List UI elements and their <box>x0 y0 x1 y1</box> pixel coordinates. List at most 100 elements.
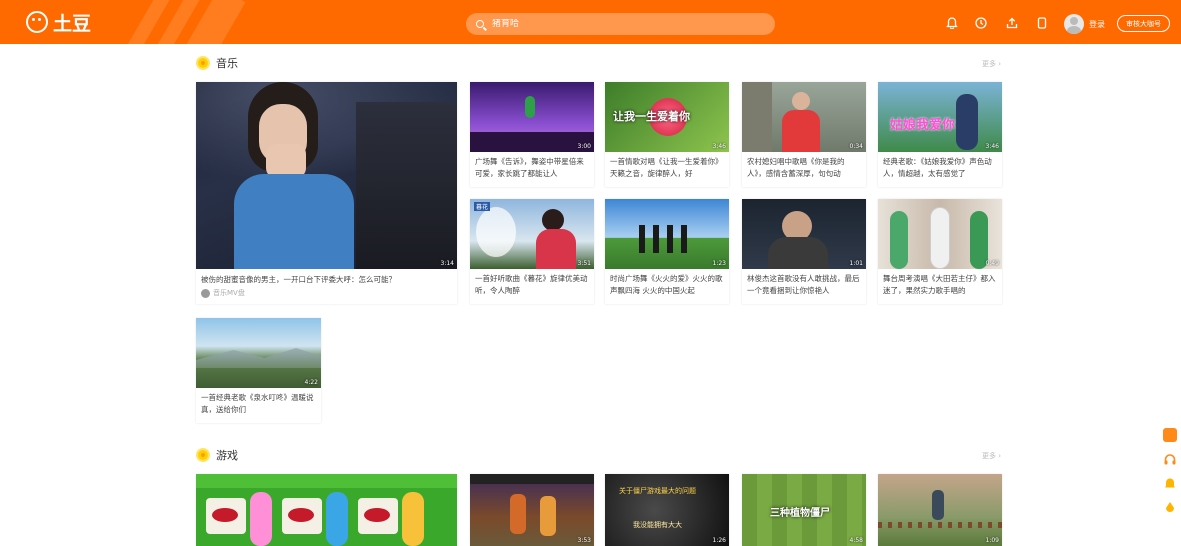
video-thumbnail[interactable]: 4:22 <box>196 318 321 388</box>
video-thumbnail[interactable]: 让我一生爱着你 3:46 <box>605 82 729 152</box>
thumb-character <box>326 492 348 546</box>
bell-icon[interactable] <box>946 17 958 29</box>
video-thumbnail[interactable]: 关于僵尸游戏最大的问题 我没能拥有大大 1:26 <box>605 474 729 546</box>
video-duration: 1:26 <box>712 537 726 544</box>
video-thumbnail[interactable]: 1:23 <box>605 199 729 269</box>
video-card[interactable]: 3:53 <box>470 474 594 546</box>
thumb-singer <box>768 237 828 269</box>
video-card[interactable]: 姑娘我爱你 3:46 经典老歌：《姑娘我爱你》声色动人，情超越，太有感觉了 <box>878 82 1002 187</box>
featured-video-card[interactable]: 3:14 被伤的甜蜜音像的男主，一开口台下评委大呼：怎么可能？ 音乐MV盘 <box>196 82 457 304</box>
thumb-caption: 姑娘我爱你 <box>890 118 956 133</box>
thumb-lips <box>364 508 390 522</box>
thumb-caption: 关于僵尸游戏最大的问题 <box>619 487 696 495</box>
more-link-music[interactable]: 更多 › <box>982 59 1001 69</box>
thumb-caption: 暮花 <box>474 202 491 211</box>
video-duration: 3:46 <box>985 143 999 150</box>
video-card[interactable]: 3:00 广场舞《告诉》，舞姿中带星倍来可爱，家长跳了都能让人 <box>470 82 594 187</box>
video-duration: 1:01 <box>849 260 863 267</box>
section-header-music: 音乐 <box>196 55 238 71</box>
video-card[interactable] <box>196 474 457 546</box>
video-title[interactable]: 经典老歌：《姑娘我爱你》声色动人，情超越，太有感觉了 <box>883 156 999 180</box>
video-title[interactable]: 舞台周考演唱《大田若主仔》都入迷了，果然实力歌手唱的 <box>883 273 999 297</box>
logo-icon <box>26 11 48 33</box>
video-title[interactable]: 一首情歌对唱《让我一生爱着你》天籁之音，旋律醉人，好 <box>610 156 726 180</box>
author-avatar-icon <box>201 288 210 298</box>
thumb-audience <box>356 102 457 269</box>
video-thumbnail[interactable]: 姑娘我爱你 3:46 <box>878 82 1002 152</box>
thumb-fence <box>878 522 1002 528</box>
thumb-lips <box>288 508 314 522</box>
video-title[interactable]: 一首好听歌曲《暮花》旋律优美动听，令人陶醉 <box>475 273 591 297</box>
thumb-person <box>930 207 950 269</box>
video-duration: 4:22 <box>304 379 318 386</box>
video-duration: 0:49 <box>985 260 999 267</box>
thumb-fighter <box>510 494 526 534</box>
thumb-caption: 让我一生爱着你 <box>613 110 690 123</box>
thumb-hud <box>470 474 594 484</box>
video-card[interactable]: 4:22 一首经典老歌《泉水叮咚》温暖说真，送给你们 <box>196 318 321 423</box>
video-title[interactable]: 农村媳妇唱中歌唱《你是我的人》，感情含蓄深厚，句句动 <box>747 156 863 180</box>
video-card[interactable]: 暮花 3:51 一首好听歌曲《暮花》旋律优美动听，令人陶醉 <box>470 199 594 304</box>
right-floating-toolbar <box>1163 428 1179 524</box>
history-icon[interactable] <box>975 17 987 29</box>
video-duration: 3:14 <box>440 260 454 267</box>
video-card[interactable]: 1:23 时尚广场舞《火火的爱》火火的歌声飘四海 火火的中国火起 <box>605 199 729 304</box>
video-thumbnail[interactable]: 0:49 <box>878 199 1002 269</box>
tudou-mascot-icon[interactable] <box>1163 500 1177 514</box>
video-thumbnail[interactable]: 1:09 <box>878 474 1002 546</box>
tudou-logo[interactable]: 土豆 <box>26 9 91 35</box>
avatar[interactable] <box>1064 14 1084 34</box>
thumb-character <box>932 490 944 520</box>
thumb-character <box>402 492 424 546</box>
section-title: 音乐 <box>216 57 238 70</box>
video-card[interactable]: 让我一生爱着你 3:46 一首情歌对唱《让我一生爱着你》天籁之音，旋律醉人，好 <box>605 82 729 187</box>
thumb-blossom <box>476 207 516 257</box>
thumb-person <box>890 211 908 269</box>
thumb-hands <box>266 144 306 178</box>
search-input[interactable] <box>492 19 742 29</box>
search-icon[interactable] <box>476 20 484 28</box>
video-thumbnail[interactable]: 三种植物僵尸 4:58 <box>742 474 866 546</box>
author-name[interactable]: 音乐MV盘 <box>213 288 245 298</box>
video-thumbnail[interactable]: 0:34 <box>742 82 866 152</box>
phone-icon[interactable] <box>1036 17 1048 29</box>
video-thumbnail[interactable]: 3:14 <box>196 82 457 269</box>
thumb-lips <box>212 508 238 522</box>
thumb-caption: 我没能拥有大大 <box>633 521 682 529</box>
video-duration: 1:23 <box>712 260 726 267</box>
video-author[interactable]: 音乐MV盘 <box>201 288 245 298</box>
video-title[interactable]: 一首经典老歌《泉水叮咚》温暖说真，送给你们 <box>201 392 317 416</box>
video-thumbnail[interactable]: 暮花 3:51 <box>470 199 594 269</box>
qrcode-icon[interactable] <box>1163 428 1177 442</box>
video-card[interactable]: 三种植物僵尸 4:58 <box>742 474 866 546</box>
login-link[interactable]: 登录 <box>1089 19 1105 30</box>
video-card[interactable]: 0:49 舞台周考演唱《大田若主仔》都入迷了，果然实力歌手唱的 <box>878 199 1002 304</box>
video-card[interactable]: 关于僵尸游戏最大的问题 我没能拥有大大 1:26 <box>605 474 729 546</box>
video-thumbnail[interactable]: 3:53 <box>470 474 594 546</box>
thumb-dancer <box>681 225 687 253</box>
upload-icon[interactable] <box>1006 17 1018 29</box>
uploader-button[interactable]: 审核大咖号 <box>1117 15 1170 32</box>
video-title[interactable]: 时尚广场舞《火火的爱》火火的歌声飘四海 火火的中国火起 <box>610 273 726 297</box>
more-link-games[interactable]: 更多 › <box>982 451 1001 461</box>
video-card[interactable]: 1:09 <box>878 474 1002 546</box>
video-title[interactable]: 林俊杰这首歌没有人敢挑战，最后一个竟看捆到让你惊艳人 <box>747 273 863 297</box>
video-thumbnail[interactable] <box>196 474 457 546</box>
video-thumbnail[interactable]: 3:00 <box>470 82 594 152</box>
thumb-wall <box>742 82 772 152</box>
video-card[interactable]: 0:34 农村媳妇唱中歌唱《你是我的人》，感情含蓄深厚，句句动 <box>742 82 866 187</box>
video-title[interactable]: 广场舞《告诉》，舞姿中带星倍来可爱，家长跳了都能让人 <box>475 156 591 180</box>
search-box[interactable] <box>466 13 775 35</box>
bell-icon[interactable] <box>1163 476 1177 490</box>
thumb-fighter <box>540 496 556 536</box>
video-duration: 0:34 <box>849 143 863 150</box>
headset-icon[interactable] <box>1163 452 1177 466</box>
thumb-dancer <box>667 225 673 253</box>
thumb-dancer <box>653 225 659 253</box>
video-card[interactable]: 1:01 林俊杰这首歌没有人敢挑战，最后一个竟看捆到让你惊艳人 <box>742 199 866 304</box>
section-header-games: 游戏 <box>196 447 238 463</box>
thumb-character <box>250 492 272 546</box>
video-thumbnail[interactable]: 1:01 <box>742 199 866 269</box>
video-title[interactable]: 被伤的甜蜜音像的男主，一开口台下评委大呼：怎么可能？ <box>201 274 451 286</box>
thumb-singer <box>536 229 576 269</box>
